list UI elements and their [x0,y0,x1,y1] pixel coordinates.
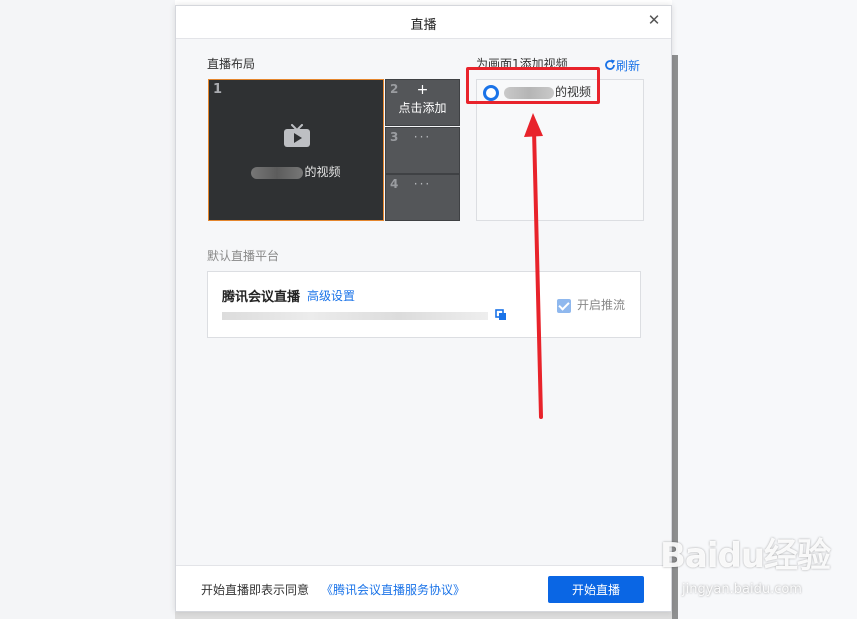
agreement-text: 开始直播即表示同意 [201,583,310,597]
push-stream-label: 开启推流 [577,298,626,312]
watermark-url: jingyan.baidu.com [682,582,802,597]
start-live-button[interactable]: 开始直播 [548,576,644,603]
layout-slot-2[interactable]: 2 + 点击添加 [385,79,460,126]
live-dialog: 直播 ✕ 直播布局 1 的视频 2 + 点击添加 3 ··· 4 ··· 为画面… [175,5,672,612]
platform-label: 默认直播平台 [207,249,280,263]
copy-icon[interactable] [495,309,507,321]
advanced-settings-link[interactable]: 高级设置 [307,287,355,304]
tv-play-icon [284,124,310,147]
background-right [672,0,857,619]
refresh-icon [605,59,615,70]
layout-slot-3[interactable]: 3 ··· [385,127,460,174]
layout-slot-4[interactable]: 4 ··· [385,174,460,221]
refresh-label: 刷新 [616,59,641,73]
more-dots-icon: ··· [413,177,432,191]
background-bottom-edge [175,612,672,619]
watermark-logo: Baidu经验 [660,536,831,576]
checkbox-checked-icon[interactable] [557,298,571,313]
baidu-watermark: Baidu经验 jingyan.baidu.com [660,528,850,613]
stream-url [222,312,488,320]
main-video-caption: 的视频 [209,163,383,180]
agreement-link[interactable]: 《腾讯会议直播服务协议》 [321,581,465,598]
blurred-name [251,166,304,179]
more-dots-icon: ··· [413,130,432,144]
background-left [0,0,175,619]
dialog-titlebar: 直播 ✕ [176,6,671,39]
layout-slot-1[interactable]: 1 的视频 [208,79,384,221]
radio-selected-icon[interactable] [483,84,499,101]
video-option[interactable]: 的视频 [483,83,591,101]
video-option-label: 的视频 [555,85,592,99]
dialog-title: 直播 [410,18,437,33]
blurred-name [504,86,554,99]
main-video-caption-text: 的视频 [304,165,341,179]
refresh-button[interactable]: 刷新 [604,57,640,74]
platform-name: 腾讯会议直播 [222,290,301,305]
push-stream-toggle[interactable]: 开启推流 [557,296,625,313]
video-list-panel: 的视频 [476,79,644,221]
dialog-footer: 开始直播即表示同意 《腾讯会议直播服务协议》 开始直播 [176,565,671,611]
video-source-label: 为画面1添加视频 [476,57,568,71]
slot-number: 1 [213,82,223,97]
add-video-label: 点击添加 [398,101,447,115]
platform-card: 腾讯会议直播 高级设置 开启推流 [207,271,641,338]
plus-icon: + [416,82,429,98]
close-icon[interactable]: ✕ [645,11,663,29]
layout-label: 直播布局 [207,57,256,71]
